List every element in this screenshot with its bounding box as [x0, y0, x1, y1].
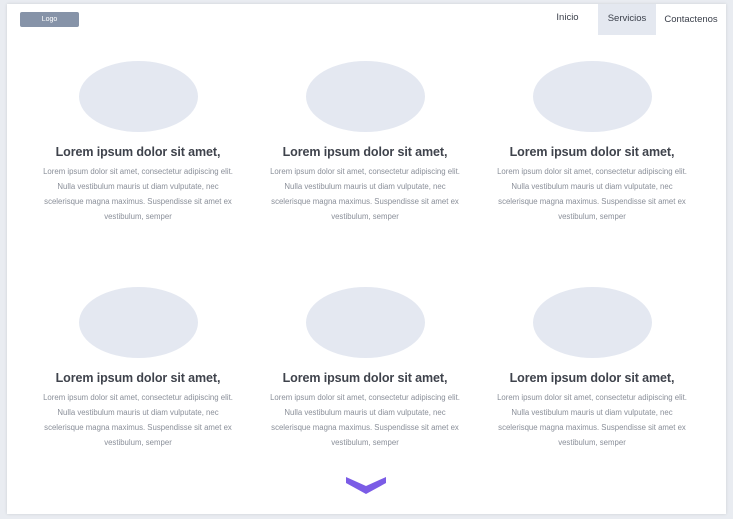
image-placeholder: [305, 287, 425, 358]
service-card: Lorem ipsum dolor sit amet, Lorem ipsum …: [265, 287, 465, 450]
services-grid: Lorem ipsum dolor sit amet, Lorem ipsum …: [7, 4, 726, 514]
scroll-down-button[interactable]: [346, 474, 386, 496]
chevron-down-icon: [346, 477, 386, 494]
service-card: Lorem ipsum dolor sit amet, Lorem ipsum …: [492, 61, 692, 224]
service-card: Lorem ipsum dolor sit amet, Lorem ipsum …: [265, 61, 465, 224]
image-placeholder: [305, 61, 425, 132]
card-description: Lorem ipsum dolor sit amet, consectetur …: [497, 167, 687, 221]
page-container: Logo Inicio Servicios Contactenos Lorem …: [7, 4, 726, 514]
card-description: Lorem ipsum dolor sit amet, consectetur …: [270, 167, 460, 221]
service-card: Lorem ipsum dolor sit amet, Lorem ipsum …: [492, 287, 692, 450]
card-title: Lorem ipsum dolor sit amet,: [55, 145, 221, 159]
card-description: Lorem ipsum dolor sit amet, consectetur …: [43, 167, 233, 221]
service-card: Lorem ipsum dolor sit amet, Lorem ipsum …: [38, 61, 238, 224]
image-placeholder: [78, 287, 198, 358]
image-placeholder: [532, 287, 652, 358]
card-description: Lorem ipsum dolor sit amet, consectetur …: [43, 393, 233, 447]
card-title: Lorem ipsum dolor sit amet,: [55, 371, 221, 385]
card-description: Lorem ipsum dolor sit amet, consectetur …: [497, 393, 687, 447]
card-title: Lorem ipsum dolor sit amet,: [509, 371, 675, 385]
image-placeholder: [78, 61, 198, 132]
card-title: Lorem ipsum dolor sit amet,: [282, 371, 448, 385]
service-card: Lorem ipsum dolor sit amet, Lorem ipsum …: [38, 287, 238, 450]
card-description: Lorem ipsum dolor sit amet, consectetur …: [270, 393, 460, 447]
card-title: Lorem ipsum dolor sit amet,: [509, 145, 675, 159]
image-placeholder: [532, 61, 652, 132]
card-title: Lorem ipsum dolor sit amet,: [282, 145, 448, 159]
